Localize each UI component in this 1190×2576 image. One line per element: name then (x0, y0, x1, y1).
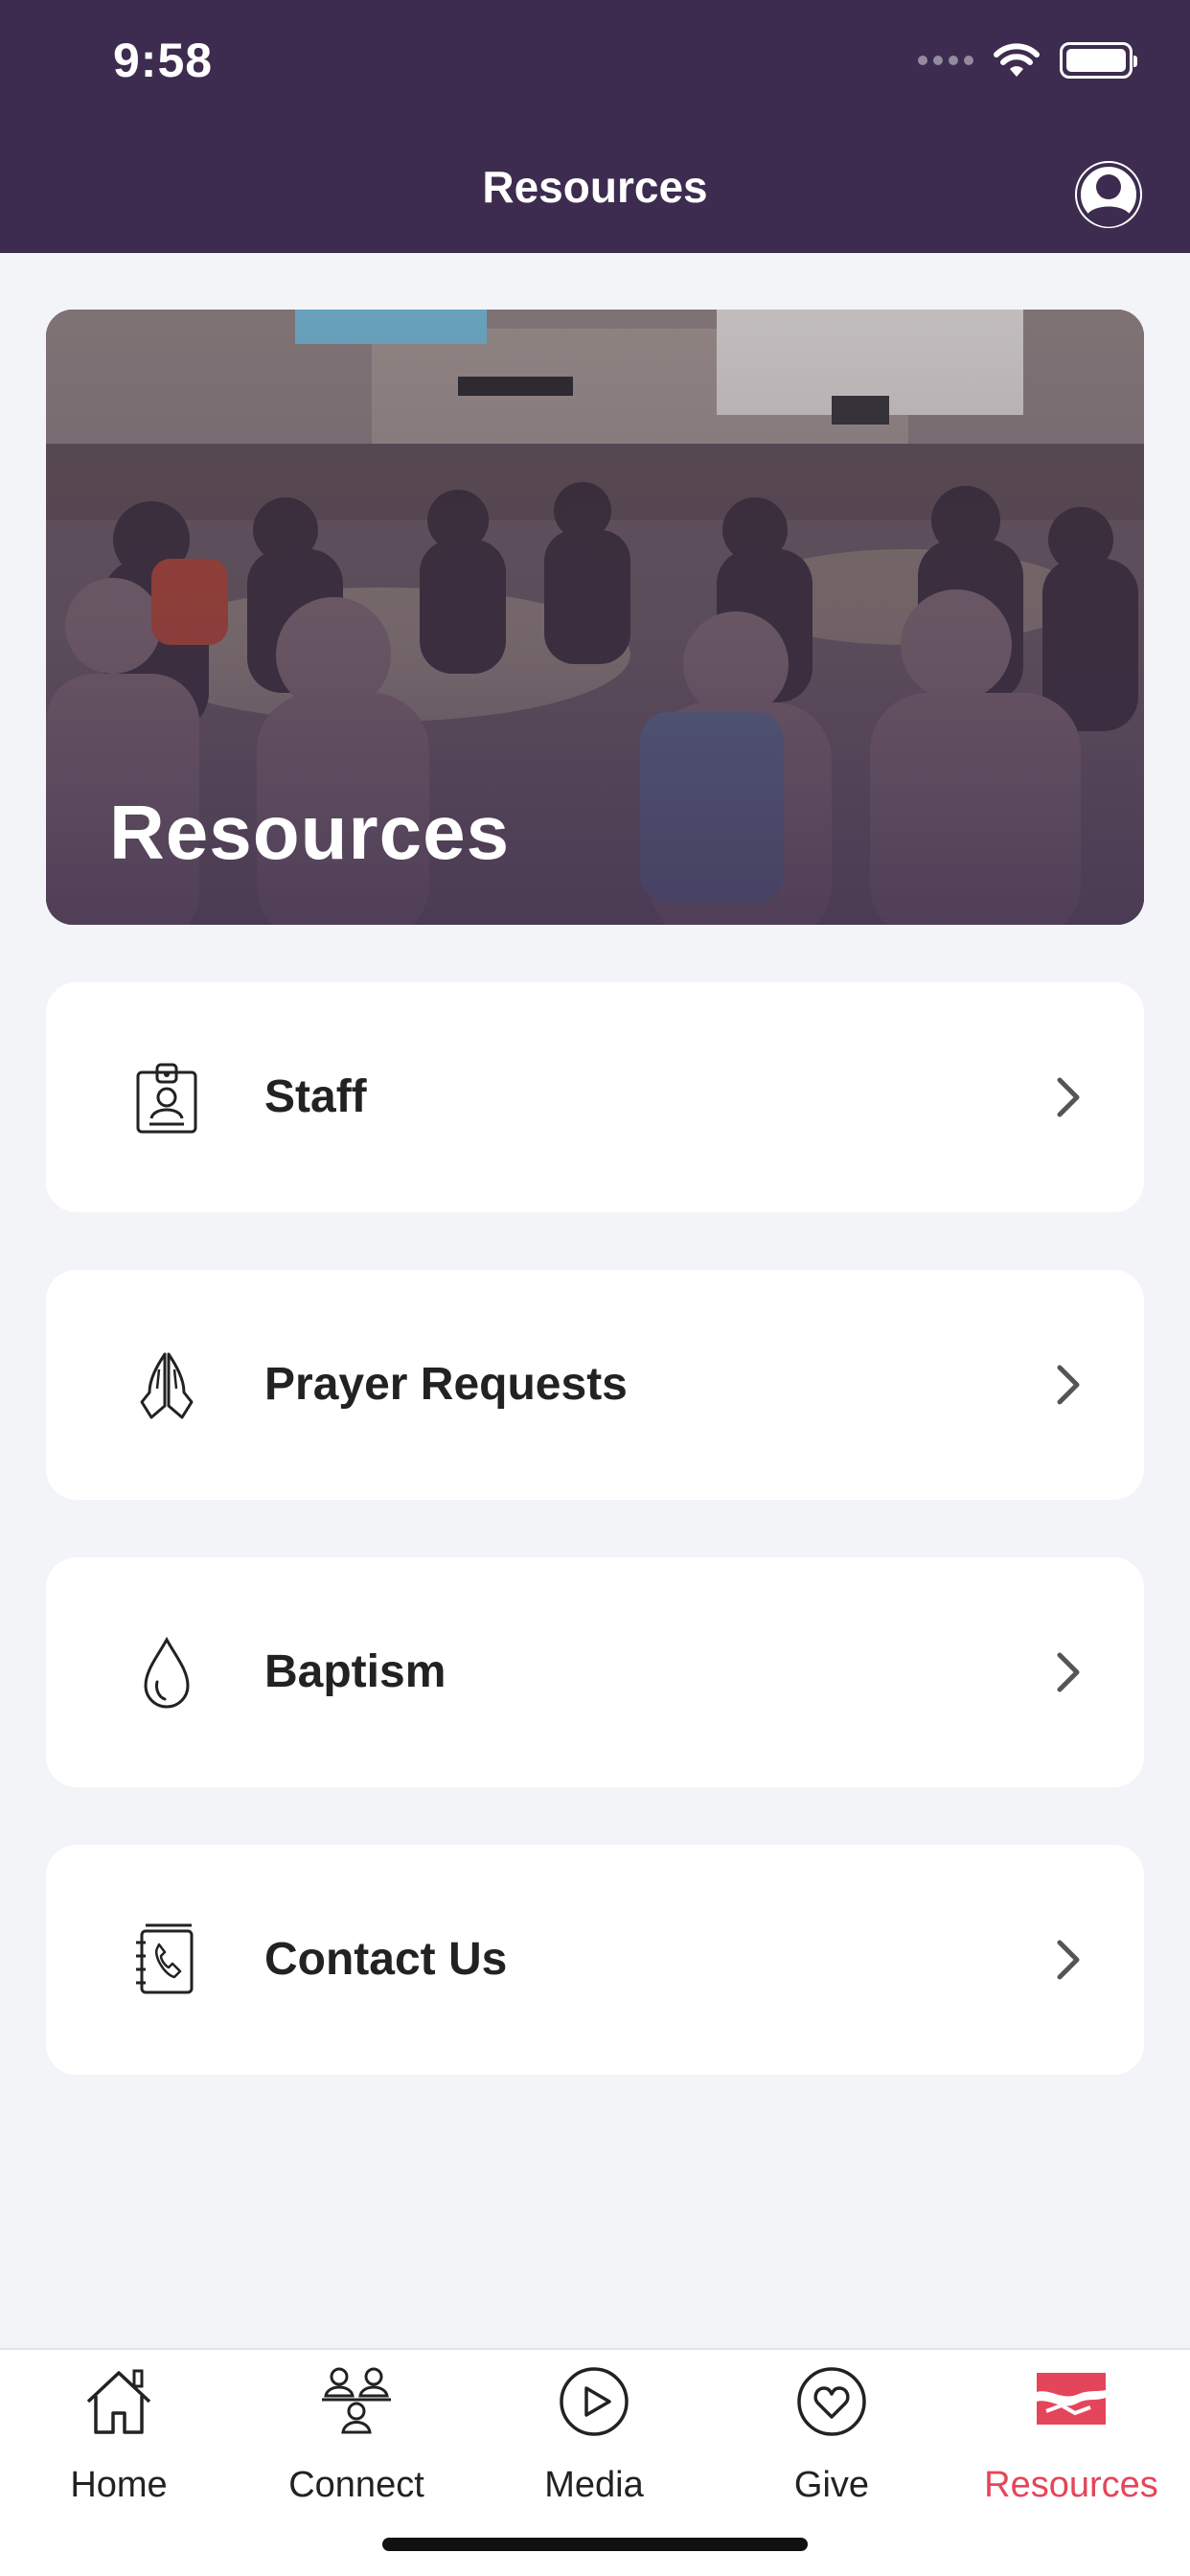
resources-logo-icon (1037, 2373, 1106, 2425)
profile-button[interactable] (1075, 161, 1142, 228)
water-drop-icon (144, 1636, 190, 1709)
menu-item-baptism[interactable]: Baptism (46, 1557, 1144, 1787)
tab-label: Home (70, 2465, 168, 2505)
play-circle-icon (560, 2367, 629, 2436)
resources-screen: 9:58 Resources Resources Staff Prayer Re… (0, 0, 1190, 2576)
tab-connect[interactable]: Connect (238, 2350, 475, 2513)
user-circle-icon (1075, 161, 1142, 228)
chevron-right-icon (1057, 1940, 1080, 1980)
menu-item-label: Prayer Requests (264, 1359, 628, 1410)
group-icon (322, 2367, 391, 2434)
page-title: Resources (482, 162, 708, 212)
tab-label: Give (793, 2465, 870, 2505)
praying-hands-icon (140, 1352, 194, 1419)
tab-give[interactable]: Give (713, 2350, 950, 2513)
home-indicator (382, 2538, 808, 2551)
status-time: 9:58 (113, 34, 214, 87)
menu-item-prayer-requests[interactable]: Prayer Requests (46, 1270, 1144, 1500)
heart-circle-icon (797, 2367, 866, 2436)
phone-book-icon (136, 1923, 194, 1994)
menu-item-label: Staff (264, 1071, 367, 1122)
battery-icon (1060, 42, 1137, 79)
tab-resources[interactable]: Resources (952, 2350, 1190, 2513)
hero-banner: Resources (46, 310, 1144, 925)
cellular-signal-icon (918, 56, 973, 65)
menu-item-contact-us[interactable]: Contact Us (46, 1845, 1144, 2075)
tab-label: Resources (984, 2465, 1158, 2505)
menu-item-label: Contact Us (264, 1934, 508, 1985)
tab-label: Connect (288, 2465, 424, 2505)
staff-badge-icon (136, 1063, 197, 1134)
menu-item-label: Baptism (264, 1646, 446, 1697)
tab-media[interactable]: Media (475, 2350, 713, 2513)
status-indicators (918, 42, 1137, 79)
tab-home[interactable]: Home (0, 2350, 238, 2513)
menu-item-staff[interactable]: Staff (46, 982, 1144, 1212)
chevron-right-icon (1057, 1077, 1080, 1117)
house-icon (86, 2369, 151, 2434)
hero-title: Resources (109, 790, 511, 875)
chevron-right-icon (1057, 1365, 1080, 1405)
chevron-right-icon (1057, 1652, 1080, 1692)
tab-label: Media (544, 2465, 644, 2505)
app-header: 9:58 Resources (0, 0, 1190, 253)
wifi-icon (994, 43, 1040, 77)
